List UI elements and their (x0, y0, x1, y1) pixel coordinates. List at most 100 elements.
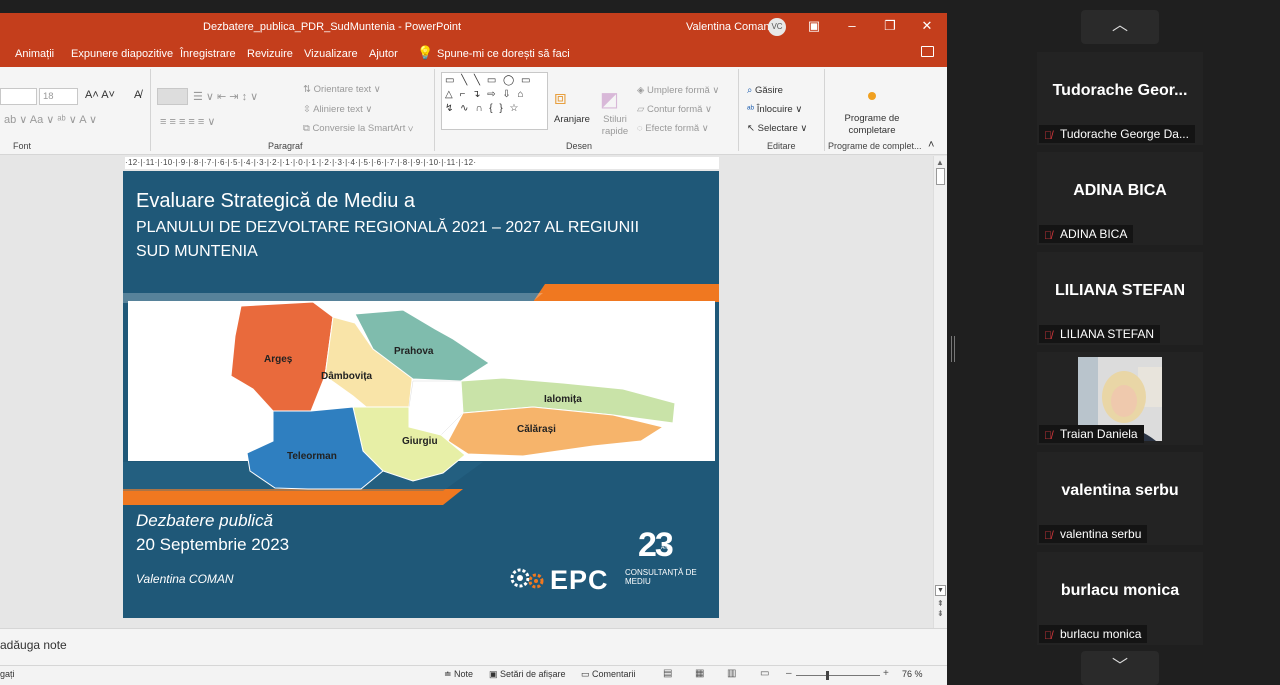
slide-canvas[interactable]: Argeș Dâmbovița Prahova Ialomița Călăraș… (123, 171, 719, 618)
shape-outline-button[interactable]: ▱ Contur formă ∨ (637, 104, 712, 115)
region-label-dambovita: Dâmbovița (321, 371, 373, 382)
text-direction-button[interactable]: ⇅ Orientare text ∨ (303, 84, 381, 95)
page-nav-icons[interactable]: ⇞ ⇟ (937, 599, 944, 619)
arrange-button[interactable]: Aranjare (554, 114, 590, 125)
arrange-icon[interactable]: ⧈ (554, 87, 567, 110)
participant-name-tag: 🎙̸ ADINA BICA (1039, 225, 1134, 243)
zoom-slider-knob[interactable] (826, 671, 829, 680)
slideshow-view-icon[interactable]: ▭ (760, 668, 769, 679)
grow-font-icon[interactable]: A˄ A˅ (85, 89, 115, 101)
shape-fill-button[interactable]: ◈ Umplere formă ∨ (637, 85, 719, 96)
collapse-ribbon-icon[interactable]: ˄ (928, 139, 934, 151)
scroll-up-button[interactable]: ︿ (1081, 10, 1159, 44)
minimize-button[interactable]: – (844, 18, 860, 33)
comments-button[interactable]: ▭ Comentarii (581, 669, 636, 680)
zoom-level[interactable]: 76 % (902, 669, 923, 679)
group-addins-label: Programe de complet... (828, 141, 922, 151)
participant-name-tag: 🎙̸ valentina serbu (1039, 525, 1148, 543)
separator (824, 69, 825, 151)
participant-name-tag: 🎙̸ LILIANA STEFAN (1039, 325, 1161, 343)
region-label-giurgiu: Giurgiu (402, 436, 438, 447)
shape-effects-button[interactable]: ◌ Efecte formă ∨ (637, 123, 709, 134)
panel-resize-handle[interactable] (951, 336, 955, 362)
anniversary-label: ANI (661, 545, 670, 551)
orange-stripe-bottom (123, 489, 463, 505)
display-settings-button[interactable]: ▣ Setări de afișare (489, 669, 566, 680)
zoom-out-icon[interactable]: – (786, 668, 792, 679)
notes-placeholder[interactable]: adăuga note (0, 638, 67, 652)
slide-title-line1: Evaluare Strategică de Mediu a (136, 190, 416, 212)
tab-view[interactable]: Vizualizare (304, 48, 358, 60)
participants-panel: ︿ Tudorache Geor... 🎙̸ Tudorache George D… (1037, 0, 1203, 685)
participant-name-tag: 🎙̸ Tudorache George Da... (1039, 125, 1195, 143)
scroll-down-button[interactable]: ﹀ (1081, 651, 1159, 685)
font-name-box[interactable] (0, 88, 37, 105)
participant-tile[interactable]: burlacu monica 🎙̸ burlacu monica (1037, 552, 1203, 645)
scroll-thumb[interactable] (936, 168, 945, 185)
participant-name-tag: 🎙̸ burlacu monica (1039, 625, 1148, 643)
select-button[interactable]: ↖ Selectare ∨ (747, 123, 807, 134)
scroll-down-button[interactable]: ▼ (935, 585, 946, 596)
close-button[interactable]: ✕ (919, 18, 935, 34)
region-label-prahova: Prahova (394, 346, 434, 357)
participant-tile-video[interactable]: 🎙̸ Traian Daniela (1037, 352, 1203, 445)
lightbulb-icon: 💡 (417, 45, 434, 60)
orange-stripe-top (533, 284, 719, 302)
normal-view-icon[interactable]: ▤ (663, 668, 672, 679)
comments-icon[interactable] (921, 46, 934, 57)
group-drawing-label: Desen (566, 141, 593, 151)
notes-pane[interactable]: adăuga note (0, 628, 947, 665)
bullets-button[interactable] (157, 88, 188, 105)
status-language[interactable]: gați (0, 669, 15, 679)
participant-tile[interactable]: ADINA BICA 🎙̸ ADINA BICA (1037, 152, 1203, 245)
region-label-arges: Argeș (264, 354, 293, 365)
font-format-icons[interactable]: ab ∨ Aa ∨ ᵃᵇ ∨ A ∨ (4, 113, 97, 126)
addins-icon[interactable] (868, 92, 876, 100)
clear-format-icon[interactable]: A̸ (134, 89, 141, 101)
addins-button[interactable]: Programe de completare (836, 113, 908, 137)
smartart-button[interactable]: ⧉ Conversie la SmartArt ∨ (303, 123, 413, 134)
zoom-in-icon[interactable]: + (883, 668, 889, 679)
slide-sorter-icon[interactable]: ▦ (695, 668, 704, 679)
horizontal-ruler[interactable]: ·12·|·11·|·10·|·9·|·8·|·7·|·6·|·5·|·4·|·… (125, 157, 719, 169)
reading-view-icon[interactable]: ▥ (727, 668, 736, 679)
participant-tile[interactable]: Tudorache Geor... 🎙̸ Tudorache George Da.… (1037, 52, 1203, 145)
tab-animations[interactable]: Animații (15, 48, 54, 60)
replace-button[interactable]: ᵃᵇ Înlocuire ∨ (747, 104, 802, 115)
epc-logo: EPC (550, 565, 609, 595)
quick-styles-button[interactable]: Stiluri rapide (600, 114, 630, 138)
font-size-box[interactable]: 18 (39, 88, 78, 105)
zoom-slider[interactable] (796, 675, 880, 676)
participant-tile[interactable]: LILIANA STEFAN 🎙̸ LILIANA STEFAN (1037, 252, 1203, 345)
group-editing-label: Editare (767, 141, 796, 151)
vertical-scrollbar[interactable]: ▲ ▼ ⇞ ⇟ (933, 156, 947, 628)
tab-slideshow[interactable]: Expunere diapozitive (71, 48, 173, 60)
align-text-button[interactable]: ⇳ Aliniere text ∨ (303, 104, 372, 115)
user-avatar[interactable]: VC (768, 18, 786, 36)
cursor-icon: ↖ (747, 123, 755, 134)
numbering-icon[interactable]: ☰ ∨ ⇤ ⇥ ↕ ∨ (193, 90, 258, 103)
tab-record[interactable]: Înregistrare (180, 48, 236, 60)
alignment-icons[interactable]: ≡ ≡ ≡ ≡ ≡ ∨ (160, 115, 215, 128)
tell-me-search[interactable]: Spune-mi ce dorești să faci (437, 48, 570, 60)
region-label-ialomita: Ialomița (544, 394, 582, 405)
tab-review[interactable]: Revizuire (247, 48, 293, 60)
ribbon-display-icon[interactable]: ▣ (806, 18, 822, 34)
mic-muted-icon: 🎙̸ (1044, 630, 1053, 642)
mic-muted-icon: 🎙̸ (1044, 130, 1053, 142)
shapes-gallery[interactable]: ▭ ╲ ╲ ▭ ◯ ▭ △ ⌐ ↴ ⇨ ⇩ ⌂ ↯ ∿ ∩ { } ☆ (441, 72, 548, 130)
quick-styles-icon[interactable]: ◩ (600, 87, 619, 112)
powerpoint-window: Dezbatere_publica_PDR_SudMuntenia - Powe… (0, 13, 947, 685)
tab-help[interactable]: Ajutor (369, 48, 398, 60)
find-button[interactable]: ⌕ Găsire (747, 85, 783, 96)
group-font-label: Font (13, 141, 32, 151)
participant-tile[interactable]: valentina serbu 🎙̸ valentina serbu (1037, 452, 1203, 545)
ribbon: 18 A˄ A˅ A̸ ab ∨ Aa ∨ ᵃᵇ ∨ A ∨ Font ☰ ∨ … (0, 67, 947, 155)
notes-toggle[interactable]: ≐ Note (444, 669, 473, 680)
scroll-up-icon[interactable]: ▲ (936, 158, 944, 167)
gears-icon (510, 568, 544, 589)
maximize-button[interactable]: ❐ (882, 18, 898, 34)
slide-author: Valentina COMAN (136, 572, 234, 586)
mic-muted-icon: 🎙̸ (1044, 530, 1053, 542)
user-name[interactable]: Valentina Coman (686, 21, 770, 33)
